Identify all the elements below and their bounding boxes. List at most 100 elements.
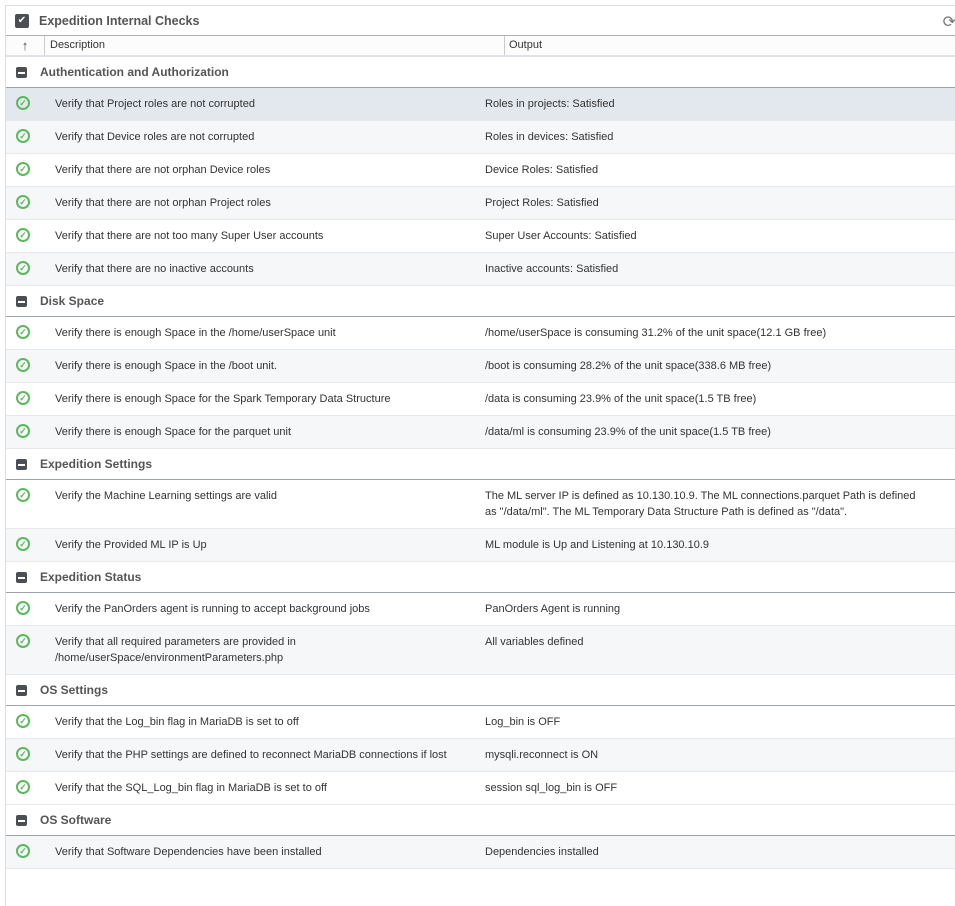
row-description: Verify that there are no inactive accoun… — [55, 263, 254, 275]
row-output: ML module is Up and Listening at 10.130.… — [485, 539, 710, 551]
check-passed-icon: ✓ — [16, 325, 30, 339]
check-passed-icon: ✓ — [16, 634, 30, 648]
check-passed-icon: ✓ — [16, 195, 30, 209]
row-output: Device Roles: Satisfied — [485, 164, 599, 176]
select-all-checkbox[interactable]: ✔ — [15, 13, 29, 28]
row-description: Verify that there are not orphan Project… — [55, 197, 271, 209]
description-column-header[interactable]: Description — [45, 36, 505, 55]
group-row[interactable]: Disk Space — [6, 286, 955, 317]
check-passed-icon: ✓ — [16, 162, 30, 176]
row-output: Roles in devices: Satisfied — [485, 131, 614, 143]
row-description: Verify that all required parameters are … — [55, 636, 296, 664]
row-description: Verify the PanOrders agent is running to… — [55, 603, 370, 615]
row-description: Verify that Project roles are not corrup… — [55, 98, 255, 110]
check-passed-icon: ✓ — [16, 358, 30, 372]
table-row[interactable]: ✓ Verify that there are not orphan Device… — [6, 154, 955, 187]
row-description: Verify that the PHP settings are defined… — [55, 749, 447, 761]
table-row[interactable]: ✓ Verify the Provided ML IP is Up ML modul… — [6, 529, 955, 562]
row-description: Verify there is enough Space for the Spa… — [55, 393, 391, 405]
table-row[interactable]: ✓ Verify there is enough Space in the /ho… — [6, 317, 955, 350]
collapse-icon[interactable] — [16, 684, 27, 696]
table-row[interactable]: ✓ Verify there is enough Space in the /bo… — [6, 350, 955, 383]
group-name: OS Software — [40, 813, 112, 827]
check-passed-icon: ✓ — [16, 714, 30, 728]
row-description: Verify that the Log_bin flag in MariaDB … — [55, 716, 299, 728]
collapse-icon[interactable] — [16, 571, 27, 583]
row-output: /data is consuming 23.9% of the unit spa… — [485, 393, 757, 405]
collapse-icon[interactable] — [16, 458, 27, 470]
check-passed-icon: ✓ — [16, 228, 30, 242]
group-row[interactable]: Expedition Settings — [6, 449, 955, 480]
group-name: Authentication and Authorization — [40, 65, 229, 79]
group-name: Disk Space — [40, 294, 105, 308]
row-description: Verify that the SQL_Log_bin flag in Mari… — [55, 782, 327, 794]
row-output: Dependencies installed — [485, 846, 599, 858]
row-description: Verify there is enough Space in the /hom… — [55, 327, 336, 339]
group-name: Expedition Status — [40, 570, 142, 584]
collapse-icon[interactable] — [16, 814, 27, 826]
row-output: mysqli.reconnect is ON — [485, 749, 599, 761]
table-row[interactable]: ✓ Verify that there are not too many Supe… — [6, 220, 955, 253]
check-passed-icon: ✓ — [16, 488, 30, 502]
row-description: Verify that there are not orphan Device … — [55, 164, 271, 176]
check-passed-icon: ✓ — [16, 391, 30, 405]
row-description: Verify there is enough Space in the /boo… — [55, 360, 277, 372]
table-row[interactable]: ✓ Verify that the PHP settings are define… — [6, 739, 955, 772]
group-row[interactable]: OS Software — [6, 805, 955, 836]
row-output: Log_bin is OFF — [485, 716, 561, 728]
row-description: Verify the Provided ML IP is Up — [55, 539, 207, 551]
check-passed-icon: ✓ — [16, 601, 30, 615]
check-passed-icon: ✓ — [16, 129, 30, 143]
check-passed-icon: ✓ — [16, 96, 30, 110]
row-output: /data/ml is consuming 23.9% of the unit … — [485, 426, 771, 438]
row-description: Verify that there are not too many Super… — [55, 230, 324, 242]
group-row[interactable]: OS Settings — [6, 675, 955, 706]
check-passed-icon: ✓ — [16, 844, 30, 858]
collapse-icon[interactable] — [16, 295, 27, 307]
row-output: Inactive accounts: Satisfied — [485, 263, 619, 275]
panel-title: Expedition Internal Checks — [39, 13, 200, 28]
table-row[interactable]: ✓ Verify that the Log_bin flag in MariaDB… — [6, 706, 955, 739]
refresh-icon[interactable]: ⟳ — [943, 12, 955, 32]
sort-column-header[interactable]: ↑ — [6, 36, 45, 55]
table-body: Authentication and Authorization ✓ Verify … — [6, 57, 955, 869]
table-row[interactable]: ✓ Verify that Device roles are not corrup… — [6, 121, 955, 154]
row-output: The ML server IP is defined as 10.130.10… — [485, 490, 916, 518]
collapse-icon[interactable] — [16, 66, 27, 78]
output-column-header[interactable]: Output — [505, 36, 542, 55]
table-header: ↑ Description Output — [6, 36, 955, 57]
table-row[interactable]: ✓ Verify there is enough Space for the Sp… — [6, 383, 955, 416]
check-passed-icon: ✓ — [16, 747, 30, 761]
check-passed-icon: ✓ — [16, 780, 30, 794]
row-output: /boot is consuming 28.2% of the unit spa… — [485, 360, 772, 372]
row-output: PanOrders Agent is running — [485, 603, 621, 615]
panel-header: ✔ Expedition Internal Checks ⟳ — [6, 6, 955, 36]
check-passed-icon: ✓ — [16, 424, 30, 438]
row-description: Verify the Machine Learning settings are… — [55, 490, 277, 502]
table-row[interactable]: ✓ Verify that Software Dependencies have … — [6, 836, 955, 869]
row-output: /home/userSpace is consuming 31.2% of th… — [485, 327, 827, 339]
check-passed-icon: ✓ — [16, 261, 30, 275]
row-description: Verify that Software Dependencies have b… — [55, 846, 322, 858]
row-output: Roles in projects: Satisfied — [485, 98, 615, 110]
table-row[interactable]: ✓ Verify the Machine Learning settings ar… — [6, 480, 955, 529]
table-row[interactable]: ✓ Verify that all required parameters are… — [6, 626, 955, 675]
table-row[interactable]: ✓ Verify that there are no inactive accou… — [6, 253, 955, 286]
group-row[interactable]: Expedition Status — [6, 562, 955, 593]
table-row[interactable]: ✓ Verify the PanOrders agent is running t… — [6, 593, 955, 626]
row-output: Project Roles: Satisfied — [485, 197, 599, 209]
group-row[interactable]: Authentication and Authorization — [6, 57, 955, 88]
row-output: Super User Accounts: Satisfied — [485, 230, 637, 242]
group-name: OS Settings — [40, 683, 109, 697]
table-row[interactable]: ✓ Verify there is enough Space for the pa… — [6, 416, 955, 449]
table-row[interactable]: ✓ Verify that the SQL_Log_bin flag in Mar… — [6, 772, 955, 805]
table-row[interactable]: ✓ Verify that there are not orphan Projec… — [6, 187, 955, 220]
check-passed-icon: ✓ — [16, 537, 30, 551]
table-row[interactable]: ✓ Verify that Project roles are not corru… — [6, 88, 955, 121]
group-name: Expedition Settings — [40, 457, 153, 471]
checks-panel: ✔ Expedition Internal Checks ⟳ ↑ Descrip… — [5, 5, 955, 906]
row-description: Verify that Device roles are not corrupt… — [55, 131, 255, 143]
row-description: Verify there is enough Space for the par… — [55, 426, 292, 438]
row-output: session sql_log_bin is OFF — [485, 782, 618, 794]
row-output: All variables defined — [485, 636, 584, 648]
